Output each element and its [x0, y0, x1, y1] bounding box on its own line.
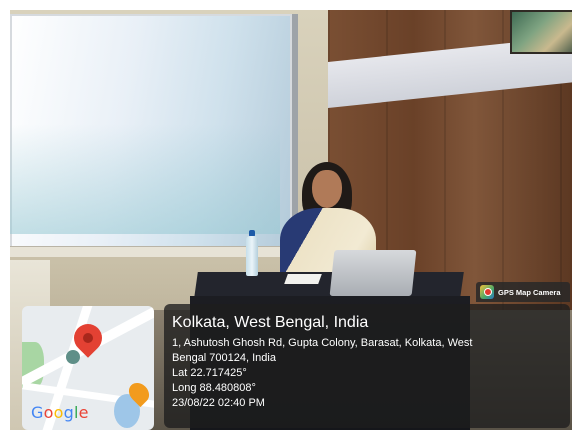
longitude: Long 88.480808° [172, 382, 256, 394]
google-logo-letter: e [78, 403, 89, 422]
projection-screen [10, 14, 298, 256]
app-badge: GPS Map Camera [476, 282, 570, 302]
paper-on-table [284, 274, 322, 284]
timestamp: 23/08/22 02:40 PM [172, 397, 265, 409]
water-bottle [246, 236, 258, 276]
projection-glow [10, 124, 280, 234]
google-logo: Google [31, 404, 89, 422]
location-title: Kolkata, West Bengal, India [172, 314, 369, 331]
app-badge-label: GPS Map Camera [498, 287, 561, 297]
google-logo-letter: o [53, 403, 64, 422]
latitude: Lat 22.717425° [172, 367, 247, 379]
wall-picture [510, 10, 572, 54]
address-line-2: Bengal 700124, India [172, 352, 276, 364]
google-logo-letter: G [31, 403, 44, 422]
presenter-face [312, 170, 342, 208]
address-line-1: 1, Ashutosh Ghosh Rd, Gupta Colony, Bara… [172, 337, 473, 349]
google-logo-letter: o [43, 403, 54, 422]
laptop [329, 250, 417, 296]
location-info-panel: Kolkata, West Bengal, India 1, Ashutosh … [164, 304, 570, 428]
google-logo-letter: g [63, 403, 74, 422]
gps-map-camera-icon [480, 285, 494, 299]
map-poi-marker [66, 350, 80, 364]
photo-frame: Google GPS Map Camera Kolkata, West Beng… [0, 0, 581, 438]
map-thumbnail: Google [22, 306, 154, 430]
